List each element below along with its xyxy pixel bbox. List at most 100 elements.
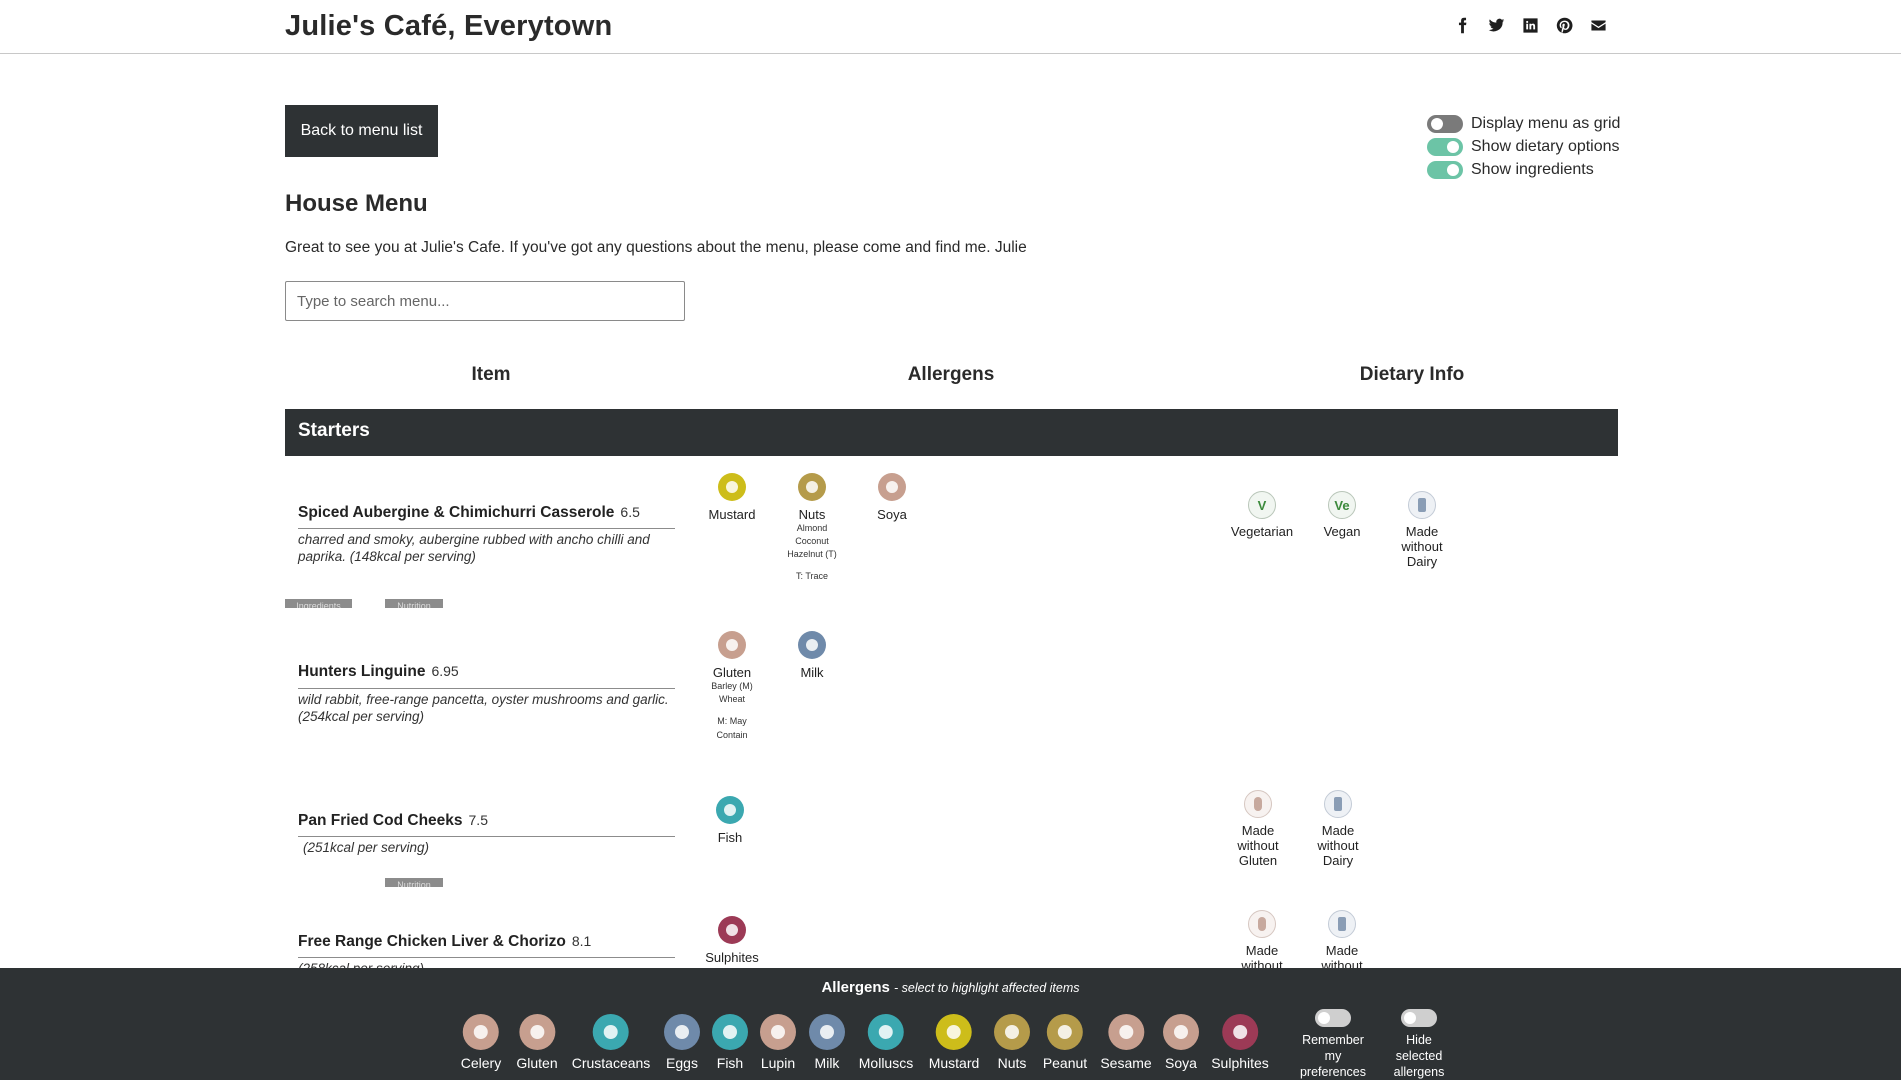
column-header-item: Item xyxy=(471,364,511,385)
peanut-icon xyxy=(1047,1014,1083,1050)
item-description: (258kcal per serving) xyxy=(298,960,678,968)
display-grid-switch[interactable] xyxy=(1427,114,1463,133)
filter-chip-sulphites[interactable]: Sulphites xyxy=(1211,1014,1269,1071)
dairy-free-icon xyxy=(1324,790,1352,818)
linkedin-icon[interactable] xyxy=(1520,14,1540,36)
soya-icon xyxy=(1163,1014,1199,1050)
site-title: Julie's Café, Everytown xyxy=(285,10,613,42)
item-divider xyxy=(298,528,675,529)
allergen-fish: Fish xyxy=(695,796,765,845)
allergen-nuts: Nuts Almond Coconut Hazelnut (T) T: Trac… xyxy=(777,473,847,583)
facebook-icon[interactable] xyxy=(1452,14,1472,36)
filter-chip-gluten[interactable]: Gluten xyxy=(516,1014,558,1071)
menu-item: Hunters Linguine 6.95 wild rabbit, free-r… xyxy=(285,614,1618,764)
molluscs-icon xyxy=(868,1014,904,1050)
show-dietary-switch[interactable] xyxy=(1427,137,1463,156)
filter-chip-celery[interactable]: Celery xyxy=(461,1014,501,1071)
item-divider xyxy=(298,957,675,958)
toggle-show-ingredients[interactable]: Show ingredients xyxy=(1427,158,1620,181)
nuts-icon xyxy=(798,473,826,501)
filter-chip-sesame[interactable]: Sesame xyxy=(1100,1014,1152,1071)
item-name: Free Range Chicken Liver & Chorizo 8.1 xyxy=(298,933,592,950)
item-price: 6.5 xyxy=(620,504,640,520)
item-divider xyxy=(298,836,675,837)
dietary-vegan: Ve Vegan xyxy=(1307,491,1377,539)
hide-selected-allergens-toggle[interactable]: Hide selected allergens xyxy=(1379,1009,1459,1080)
menu-description: Great to see you at Julie's Cafe. If you… xyxy=(285,239,1027,256)
item-name: Hunters Linguine 6.95 xyxy=(298,663,459,680)
column-header-dietary: Dietary Info xyxy=(1359,364,1465,385)
show-ingredients-switch[interactable] xyxy=(1427,160,1463,179)
filter-chip-milk[interactable]: Milk xyxy=(809,1014,845,1071)
section-title: Starters xyxy=(298,420,370,441)
milk-icon xyxy=(809,1014,845,1050)
menu-title: House Menu xyxy=(285,190,428,217)
ingredients-tab[interactable]: Ingredients xyxy=(285,599,352,608)
allergen-filter-bar: Allergens - select to highlight affected… xyxy=(0,968,1901,1080)
fish-icon xyxy=(716,796,744,824)
dietary-vegetarian: V Vegetarian xyxy=(1227,491,1297,539)
gluten-icon xyxy=(519,1014,555,1050)
nuts-icon xyxy=(994,1014,1030,1050)
dairy-free-icon xyxy=(1328,910,1356,938)
mustard-icon xyxy=(718,473,746,501)
remember-preferences-toggle[interactable]: Remember my preferences xyxy=(1293,1009,1373,1080)
toggle-display-grid[interactable]: Display menu as grid xyxy=(1427,112,1620,135)
eggs-icon xyxy=(664,1014,700,1050)
item-price: 7.5 xyxy=(468,812,488,828)
filter-chip-molluscs[interactable]: Molluscs xyxy=(859,1014,913,1071)
filter-chip-mustard[interactable]: Mustard xyxy=(929,1014,979,1071)
section-header-starters: Starters xyxy=(285,409,1618,456)
email-icon[interactable] xyxy=(1588,14,1608,36)
gluten-free-icon xyxy=(1248,910,1276,938)
filter-chip-fish[interactable]: Fish xyxy=(712,1014,748,1071)
allergen-soya: Soya xyxy=(857,473,927,522)
twitter-icon[interactable] xyxy=(1486,14,1506,36)
dietary-made-without-gluten: Made without Gluten xyxy=(1228,790,1288,868)
allergen-bar-subtitle: - select to highlight affected items xyxy=(894,981,1080,995)
menu-item: Spiced Aubergine & Chimichurri Casserole… xyxy=(285,456,1618,614)
pinterest-icon[interactable] xyxy=(1554,14,1574,36)
filter-chip-crustaceans[interactable]: Crustaceans xyxy=(572,1014,650,1071)
allergen-sulphites: Sulphites xyxy=(697,916,767,965)
sulphites-icon xyxy=(718,916,746,944)
sulphites-icon xyxy=(1222,1014,1258,1050)
nutrition-tab[interactable]: Nutrition xyxy=(385,599,443,608)
allergen-mustard: Mustard xyxy=(697,473,767,522)
gluten-icon xyxy=(718,631,746,659)
dietary-made-without-dairy: Made without Dairy xyxy=(1312,910,1372,968)
allergen-milk: Milk xyxy=(777,631,847,680)
toggle-show-dietary[interactable]: Show dietary options xyxy=(1427,135,1620,158)
back-to-menu-list-button[interactable]: Back to menu list xyxy=(285,105,438,157)
item-divider xyxy=(298,688,675,689)
vegan-icon: Ve xyxy=(1328,491,1356,519)
sesame-icon xyxy=(1107,1014,1144,1050)
dairy-free-icon xyxy=(1408,491,1436,519)
mustard-icon xyxy=(935,1014,972,1050)
hide-selected-allergens-switch[interactable] xyxy=(1401,1009,1437,1027)
dietary-made-without-gluten: Made without Gluten xyxy=(1232,910,1292,968)
social-links xyxy=(1452,14,1608,36)
item-name: Spiced Aubergine & Chimichurri Casserole… xyxy=(298,504,640,521)
filter-chip-nuts[interactable]: Nuts xyxy=(994,1014,1030,1071)
crustaceans-icon xyxy=(593,1014,629,1050)
search-menu-input[interactable] xyxy=(285,281,685,321)
filter-chip-soya[interactable]: Soya xyxy=(1163,1014,1199,1071)
gluten-free-icon xyxy=(1244,790,1272,818)
dietary-made-without-dairy: Made without Dairy xyxy=(1392,491,1452,569)
toggle-label: Show dietary options xyxy=(1471,137,1620,155)
toggle-label: Show ingredients xyxy=(1471,160,1594,178)
remember-preferences-switch[interactable] xyxy=(1315,1009,1351,1027)
top-bar: Julie's Café, Everytown xyxy=(0,0,1901,54)
vegetarian-icon: V xyxy=(1248,491,1276,519)
item-price: 6.95 xyxy=(431,663,459,679)
fish-icon xyxy=(712,1014,748,1050)
menu-item: Pan Fried Cod Cheeks 7.5 (251kcal per ser… xyxy=(285,764,1618,887)
item-description: wild rabbit, free-range pancetta, oyster… xyxy=(298,692,669,724)
column-header-allergens: Allergens xyxy=(907,364,995,385)
filter-chip-eggs[interactable]: Eggs xyxy=(664,1014,700,1071)
filter-chip-peanut[interactable]: Peanut xyxy=(1043,1014,1087,1071)
menu-item: Free Range Chicken Liver & Chorizo8.1 (2… xyxy=(285,884,1618,968)
item-price: 8.1 xyxy=(571,933,592,949)
filter-chip-lupin[interactable]: Lupin xyxy=(760,1014,796,1071)
